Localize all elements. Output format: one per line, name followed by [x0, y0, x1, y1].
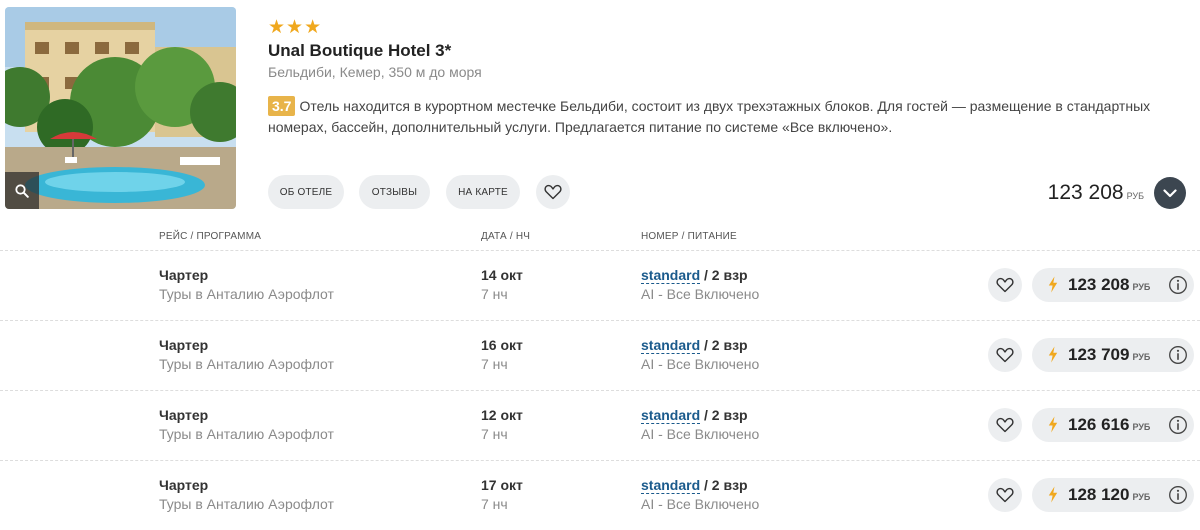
tour-program: Туры в Анталию Аэрофлот [159, 426, 334, 442]
col-header-flight: РЕЙС / ПРОГРАММА [159, 231, 262, 242]
nights-count: 7 нч [481, 286, 508, 302]
tour-program: Туры в Анталию Аэрофлот [159, 356, 334, 372]
offer-price-currency: РУБ [1132, 352, 1151, 362]
description-text: Отель находится в курортном местечке Бел… [268, 98, 1151, 135]
offer-price: 123 208 РУБ [1068, 275, 1150, 297]
favorite-offer-button[interactable] [988, 268, 1022, 302]
offer-price-button[interactable]: 123 208 РУБ [1032, 268, 1194, 302]
flight-type: Чартер [159, 407, 209, 423]
room-type-link[interactable]: standard [641, 267, 701, 284]
offer-price: 128 120 РУБ [1068, 485, 1150, 507]
heart-icon [996, 277, 1014, 293]
guests-count: / 2 взр [704, 407, 748, 423]
heart-icon [996, 417, 1014, 433]
offer-price: 123 709 РУБ [1068, 345, 1150, 367]
tour-program: Туры в Анталию Аэрофлот [159, 496, 334, 512]
info-icon[interactable] [1168, 275, 1188, 295]
lightning-icon [1048, 416, 1058, 433]
offer-row: Чартер Туры в Анталию Аэрофлот 12 окт 7 … [0, 390, 1200, 460]
about-hotel-button[interactable]: ОБ ОТЕЛЕ [268, 175, 344, 209]
min-price-currency: РУБ [1126, 191, 1144, 201]
meal-plan: AI - Все Включено [641, 286, 760, 302]
heart-icon [544, 184, 562, 200]
offer-price-currency: РУБ [1132, 282, 1151, 292]
meal-plan: AI - Все Включено [641, 496, 760, 512]
nights-count: 7 нч [481, 426, 508, 442]
tour-program: Туры в Анталию Аэрофлот [159, 286, 334, 302]
nights-count: 7 нч [481, 356, 508, 372]
hotel-stars: ★★★ [268, 17, 323, 38]
departure-date: 14 окт [481, 267, 523, 283]
departure-date: 16 окт [481, 337, 523, 353]
offer-price-value: 128 120 [1068, 485, 1130, 504]
photo-zoom-button[interactable] [5, 172, 39, 209]
rating-badge: 3.7 [268, 96, 296, 116]
expand-offers-button[interactable] [1154, 177, 1186, 209]
offer-price-button[interactable]: 123 709 РУБ [1032, 338, 1194, 372]
offer-row: Чартер Туры в Анталию Аэрофлот 17 окт 7 … [0, 460, 1200, 530]
room-info: standard / 2 взр [641, 406, 748, 425]
flight-type: Чартер [159, 267, 209, 283]
offer-price: 126 616 РУБ [1068, 415, 1150, 437]
lightning-icon [1048, 486, 1058, 503]
meal-plan: AI - Все Включено [641, 356, 760, 372]
offer-row: Чартер Туры в Анталию Аэрофлот 14 окт 7 … [0, 250, 1200, 320]
offer-price-currency: РУБ [1132, 492, 1151, 502]
lightning-icon [1048, 276, 1058, 293]
offer-price-value: 126 616 [1068, 415, 1130, 434]
offer-price-value: 123 208 [1068, 275, 1130, 294]
guests-count: / 2 взр [704, 477, 748, 493]
room-type-link[interactable]: standard [641, 407, 701, 424]
min-price-value: 123 208 [1047, 181, 1124, 204]
guests-count: / 2 взр [704, 337, 748, 353]
offer-price-button[interactable]: 128 120 РУБ [1032, 478, 1194, 512]
favorite-hotel-button[interactable] [536, 175, 570, 209]
heart-icon [996, 347, 1014, 363]
heart-icon [996, 487, 1014, 503]
hotel-name[interactable]: Unal Boutique Hotel 3* [268, 41, 451, 61]
room-info: standard / 2 взр [641, 266, 748, 285]
hotel-description: 3.7 Отель находится в курортном местечке … [268, 96, 1188, 138]
room-type-link[interactable]: standard [641, 337, 701, 354]
min-price: 123 208 РУБ [1048, 181, 1144, 208]
flight-type: Чартер [159, 337, 209, 353]
hotel-photo[interactable] [5, 7, 236, 209]
offer-price-currency: РУБ [1132, 422, 1151, 432]
offer-row: Чартер Туры в Анталию Аэрофлот 16 окт 7 … [0, 320, 1200, 390]
offer-price-value: 123 709 [1068, 345, 1130, 364]
col-header-room: НОМЕР / ПИТАНИЕ [641, 231, 737, 242]
lightning-icon [1048, 346, 1058, 363]
favorite-offer-button[interactable] [988, 338, 1022, 372]
reviews-button[interactable]: ОТЗЫВЫ [359, 175, 430, 209]
favorite-offer-button[interactable] [988, 478, 1022, 512]
chevron-down-icon [1163, 188, 1177, 197]
flight-type: Чартер [159, 477, 209, 493]
room-type-link[interactable]: standard [641, 477, 701, 494]
map-button[interactable]: НА КАРТЕ [446, 175, 520, 209]
search-icon [15, 183, 29, 198]
col-header-date: ДАТА / НЧ [481, 231, 531, 242]
guests-count: / 2 взр [704, 267, 748, 283]
hotel-location: Бельдиби, Кемер, 350 м до моря [268, 64, 482, 80]
meal-plan: AI - Все Включено [641, 426, 760, 442]
favorite-offer-button[interactable] [988, 408, 1022, 442]
departure-date: 12 окт [481, 407, 523, 423]
room-info: standard / 2 взр [641, 336, 748, 355]
hotel-photo-image [5, 7, 236, 209]
info-icon[interactable] [1168, 485, 1188, 505]
nights-count: 7 нч [481, 496, 508, 512]
departure-date: 17 окт [481, 477, 523, 493]
info-icon[interactable] [1168, 345, 1188, 365]
info-icon[interactable] [1168, 415, 1188, 435]
offer-price-button[interactable]: 126 616 РУБ [1032, 408, 1194, 442]
room-info: standard / 2 взр [641, 476, 748, 495]
